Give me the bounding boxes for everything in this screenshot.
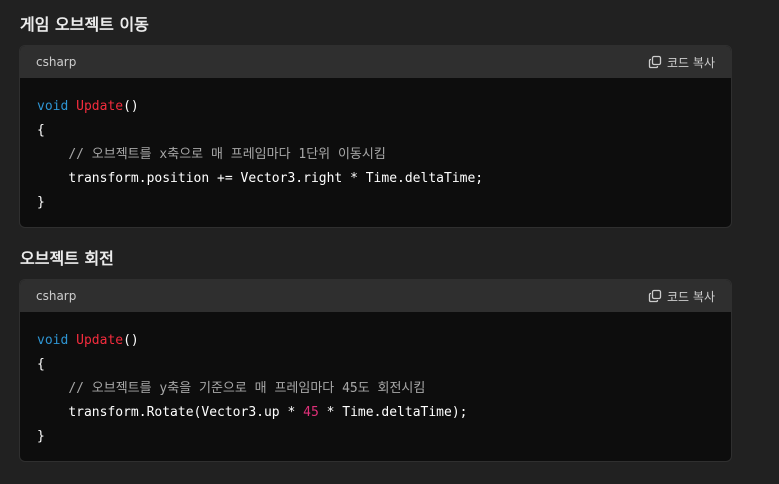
chat-response: 게임 오브젝트 이동 csharp 코드 복사 void Update(){ /… [0, 0, 779, 484]
code-statement-tail: * Time.deltaTime); [318, 405, 468, 420]
code-brace-open: { [37, 123, 45, 138]
code-function: Update [76, 99, 124, 114]
copy-code-button[interactable]: 코드 복사 [648, 54, 715, 71]
copy-label: 코드 복사 [667, 289, 715, 304]
code-brace-open: { [37, 357, 45, 372]
copy-label: 코드 복사 [667, 55, 715, 70]
code-comment: // 오브젝트를 x축으로 매 프레임마다 1단위 이동시킴 [68, 147, 386, 162]
code-line: void Update() [37, 329, 714, 353]
copy-icon [648, 55, 662, 69]
code-line: transform.Rotate(Vector3.up * 45 * Time.… [37, 401, 714, 425]
code-function: Update [76, 333, 124, 348]
code-line: void Update() [37, 95, 714, 119]
code-brace-close: } [37, 195, 45, 210]
code-parens: () [123, 333, 139, 348]
code-block-move: csharp 코드 복사 void Update() { // 오브젝트를 x축으… [19, 45, 732, 228]
code-comment: // 오브젝트를 y축을 기준으로 매 프레임마다 45도 회전시킴 [68, 381, 426, 396]
code-line: } [37, 191, 714, 215]
code-content: void Update() { // 오브젝트를 x축으로 매 프레임마다 1단위… [20, 78, 731, 227]
section-move: 게임 오브젝트 이동 [20, 15, 149, 35]
code-keyword: void [37, 99, 69, 114]
code-number: 45 [303, 405, 319, 420]
code-line: // 오브젝트를 x축으로 매 프레임마다 1단위 이동시킴 [37, 143, 714, 167]
code-line: { [37, 119, 714, 143]
code-line: transform.position += Vector3.right * Ti… [37, 167, 714, 191]
code-header: csharp 코드 복사 [20, 46, 731, 78]
code-block-rotate: csharp 코드 복사 void Update() { // 오브젝트를 y축을… [19, 279, 732, 462]
code-header: csharp 코드 복사 [20, 280, 731, 312]
section-title: 오브젝트 회전 [20, 249, 114, 268]
code-statement: transform.position += Vector3.right * Ti… [68, 171, 484, 186]
code-line: { [37, 353, 714, 377]
code-language: csharp [36, 55, 77, 69]
code-brace-close: } [37, 429, 45, 444]
copy-icon [648, 289, 662, 303]
code-content: void Update() { // 오브젝트를 y축을 기준으로 매 프레임마다… [20, 312, 731, 461]
section-title: 게임 오브젝트 이동 [20, 15, 149, 34]
code-line: // 오브젝트를 y축을 기준으로 매 프레임마다 45도 회전시킴 [37, 377, 714, 401]
section-rotate: 오브젝트 회전 [20, 249, 114, 269]
code-keyword: void [37, 333, 69, 348]
copy-code-button[interactable]: 코드 복사 [648, 288, 715, 305]
code-line: } [37, 425, 714, 449]
code-statement: transform.Rotate(Vector3.up * [68, 405, 304, 420]
code-parens: () [123, 99, 139, 114]
code-language: csharp [36, 289, 77, 303]
